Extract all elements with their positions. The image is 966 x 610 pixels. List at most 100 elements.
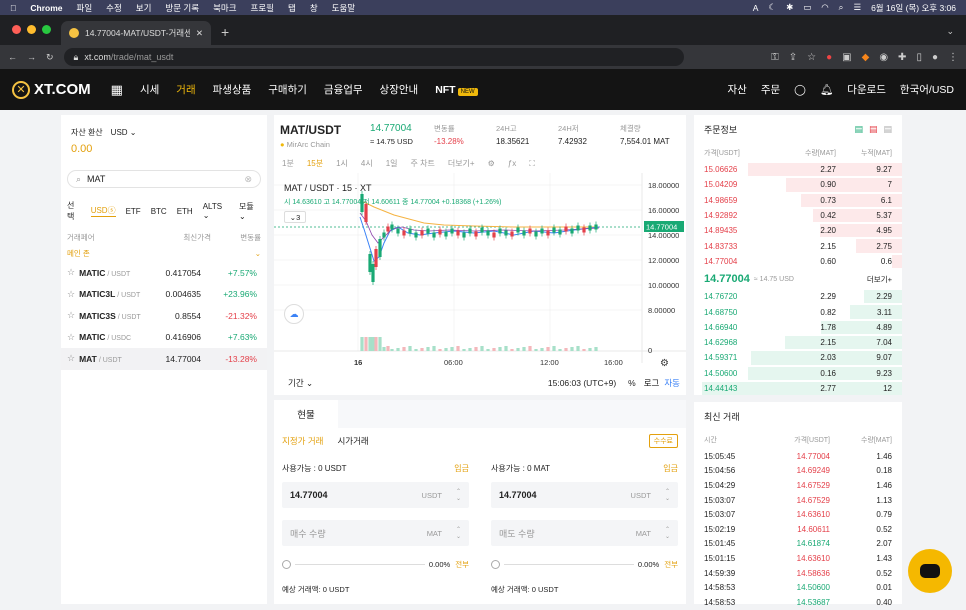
extension-icon[interactable]: ▣ xyxy=(842,52,851,63)
url-bar[interactable]: 🔒︎ xt.com/trade/mat_usdt xyxy=(63,48,684,66)
nav-nft[interactable]: NFT NEW xyxy=(435,84,478,96)
cloud-icon[interactable]: ☁ xyxy=(284,304,304,324)
bell-icon[interactable]: 🔔︎ xyxy=(820,83,833,96)
tab-spot[interactable]: 현물 xyxy=(274,400,338,428)
forward-icon[interactable]: → xyxy=(27,52,36,62)
stepper-icon[interactable]: ⌃ ⌄ xyxy=(665,488,670,502)
menu-bookmarks[interactable]: 북마크 xyxy=(213,2,236,14)
bookmark-star-icon[interactable]: ☆ xyxy=(807,52,816,63)
menu-window[interactable]: 창 xyxy=(310,2,318,14)
favorite-star-icon[interactable]: ☆ xyxy=(67,267,75,278)
input-source-icon[interactable]: A xyxy=(753,3,759,13)
pair-row[interactable]: ☆ MATIC3S / USDT 0.8554 -21.32% xyxy=(61,305,267,327)
book-asks-icon[interactable]: ▤ xyxy=(869,124,878,135)
buy-all[interactable]: 전부 xyxy=(455,559,469,570)
metamask-icon[interactable]: ◆ xyxy=(862,52,870,63)
buy-price-input[interactable]: 14.77004 USDT ⌃ ⌄ xyxy=(282,482,469,508)
stepper-icon[interactable]: ⌃ ⌄ xyxy=(456,526,461,540)
interval-more[interactable]: 더보기+ xyxy=(448,158,475,169)
user-icon[interactable]: ◯ xyxy=(794,84,806,96)
auto-toggle[interactable]: 자동 xyxy=(664,377,680,389)
buy-slider[interactable]: 0.00% 전부 xyxy=(282,559,469,570)
nav-finance[interactable]: 금융업무 xyxy=(324,82,363,97)
pair-row[interactable]: ☆ MAT / USDT 14.77004 -13.28% xyxy=(61,348,267,370)
interval-1h[interactable]: 1시 xyxy=(336,158,348,169)
sidebar-icon[interactable]: ▯ xyxy=(916,52,922,63)
share-icon[interactable]: ⇪ xyxy=(789,52,797,63)
spotlight-icon[interactable]: ⌕ xyxy=(839,2,844,13)
indicator-toggle[interactable]: ⌄ 3 xyxy=(284,211,306,223)
menu-tab[interactable]: 탭 xyxy=(288,2,296,14)
tab-usds[interactable]: USDⓢ xyxy=(90,205,116,217)
close-tab-icon[interactable]: ✕ xyxy=(196,28,203,39)
interval-1m[interactable]: 1분 xyxy=(282,158,294,169)
extension-icon[interactable]: ● xyxy=(826,52,832,63)
chart-settings-icon[interactable]: ⚙ xyxy=(660,358,669,369)
bid-row[interactable]: 14.50600 0.16 9.23 xyxy=(694,366,902,381)
pair-row[interactable]: ☆ MATIC / USDT 0.417054 +7.57% xyxy=(61,262,267,284)
battery-icon[interactable]: ▭ xyxy=(803,2,811,13)
tab-module[interactable]: 모듈 ⌄ xyxy=(239,201,261,221)
chain-name[interactable]: MirArc Chain xyxy=(287,140,330,149)
menu-profiles[interactable]: 프로필 xyxy=(251,2,274,14)
sell-deposit-link[interactable]: 입금 xyxy=(663,463,678,474)
xt-logo[interactable]: ✕ XT.COM xyxy=(12,80,91,99)
app-name[interactable]: Chrome xyxy=(30,3,62,13)
wifi-icon[interactable]: ◠ xyxy=(821,2,828,13)
book-both-icon[interactable]: ▤ xyxy=(854,124,863,135)
extensions-puzzle-icon[interactable]: ✚ xyxy=(898,52,906,63)
nav-language[interactable]: 한국어/USD xyxy=(900,82,954,97)
ask-row[interactable]: 14.83733 2.15 2.75 xyxy=(694,238,902,253)
col-change[interactable]: 변동률 xyxy=(211,232,261,243)
browser-menu-icon[interactable]: ⋮ xyxy=(948,52,958,63)
pair-row[interactable]: ☆ MATIC3L / USDT 0.004635 +23.96% xyxy=(61,284,267,306)
tab-limit[interactable]: 지정가 거래 xyxy=(282,435,323,447)
sell-all[interactable]: 전부 xyxy=(664,559,678,570)
menubar-clock[interactable]: 6월 16일 (목) 오후 3:06 xyxy=(871,2,956,14)
stepper-icon[interactable]: ⌃ ⌄ xyxy=(665,526,670,540)
percent-toggle[interactable]: % xyxy=(628,378,636,388)
tab-eth[interactable]: ETH xyxy=(177,207,193,216)
sell-quantity-input[interactable]: 매도 수량 MAT ⌃ ⌄ xyxy=(491,520,678,546)
nav-trade[interactable]: 거래 xyxy=(176,82,195,97)
browser-tab[interactable]: 14.77004-MAT/USDT-거래센터- ✕ xyxy=(61,21,211,45)
bluetooth-icon[interactable]: ✱ xyxy=(786,2,793,13)
zoom-window-icon[interactable] xyxy=(42,25,51,34)
ask-row[interactable]: 14.77004 0.60 0.6 xyxy=(694,254,902,269)
tab-search-icon[interactable]: ⌄ xyxy=(934,26,966,45)
bid-row[interactable]: 14.62968 2.15 7.04 xyxy=(694,335,902,350)
minimize-window-icon[interactable] xyxy=(27,25,36,34)
tab-btc[interactable]: BTC xyxy=(151,207,167,216)
nav-derivatives[interactable]: 파생상품 xyxy=(213,82,252,97)
tab-market[interactable]: 시가거래 xyxy=(337,435,368,447)
apple-icon[interactable]:  xyxy=(10,3,16,13)
tab-favorites[interactable]: 선택 xyxy=(67,200,81,222)
profile-icon[interactable]: ● xyxy=(932,52,938,63)
buy-quantity-input[interactable]: 매수 수량 MAT ⌃ ⌄ xyxy=(282,520,469,546)
slider-handle-icon[interactable] xyxy=(491,560,500,569)
sell-price-input[interactable]: 14.77004 USDT ⌃ ⌄ xyxy=(491,482,678,508)
bid-row[interactable]: 14.76720 2.29 2.29 xyxy=(694,289,902,304)
bid-row[interactable]: 14.68750 0.82 3.11 xyxy=(694,304,902,319)
bid-row[interactable]: 14.44143 2.77 12 xyxy=(694,381,902,396)
nav-buy[interactable]: 구매하기 xyxy=(268,82,307,97)
ask-row[interactable]: 14.98659 0.73 6.1 xyxy=(694,193,902,208)
slider-handle-icon[interactable] xyxy=(282,560,291,569)
fullscreen-icon[interactable]: ⛶ xyxy=(529,159,535,169)
favorite-star-icon[interactable]: ☆ xyxy=(67,289,75,300)
interval-15m[interactable]: 15분 xyxy=(307,158,323,169)
chat-support-button[interactable] xyxy=(908,549,952,593)
tab-alts[interactable]: ALTS ⌄ xyxy=(203,202,229,220)
reload-icon[interactable]: ↻ xyxy=(46,52,54,63)
range-select[interactable]: 기간 ⌄ xyxy=(288,377,313,389)
control-center-icon[interactable]: ☰ xyxy=(853,2,861,13)
focus-icon[interactable]: ☾ xyxy=(768,2,776,13)
main-zone-row[interactable]: 메인 존 ⌄ xyxy=(67,248,261,259)
pair-row[interactable]: ☆ MATIC / USDC 0.416906 +7.63% xyxy=(61,327,267,349)
tab-etf[interactable]: ETF xyxy=(126,207,141,216)
nav-listing[interactable]: 상장안내 xyxy=(380,82,419,97)
interval-week[interactable]: 주 차트 xyxy=(411,158,435,169)
favorite-star-icon[interactable]: ☆ xyxy=(67,310,75,321)
menu-history[interactable]: 방문 기록 xyxy=(165,2,199,14)
ask-row[interactable]: 14.92892 0.42 5.37 xyxy=(694,208,902,223)
